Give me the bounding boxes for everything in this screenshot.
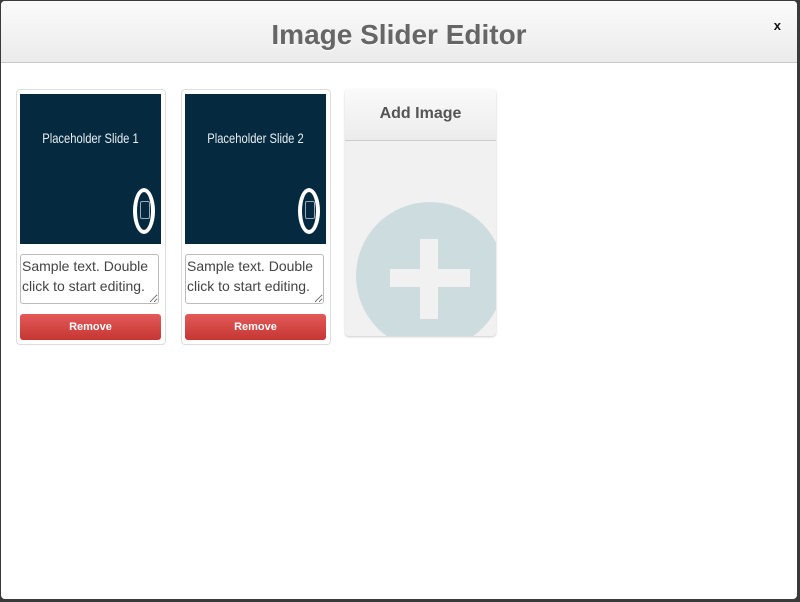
add-image-label: Add Image — [345, 89, 496, 141]
header: Image Slider Editor x — [1, 1, 797, 63]
slide-caption: Placeholder Slide 2 — [207, 130, 304, 146]
plus-circle-icon — [356, 202, 496, 336]
close-button[interactable]: x — [774, 18, 781, 33]
slide-image[interactable]: Placeholder Slide 2 — [185, 94, 326, 244]
slide-image[interactable]: Placeholder Slide 1 — [20, 94, 161, 244]
remove-button[interactable]: Remove — [20, 314, 161, 340]
add-image-button[interactable]: Add Image — [345, 89, 496, 336]
slide-card: Placeholder Slide 1 Sample text. Double … — [16, 89, 166, 345]
remove-button[interactable]: Remove — [185, 314, 326, 340]
slide-text-input[interactable]: Sample text. Double click to start editi… — [20, 254, 159, 304]
editor-window: Image Slider Editor x Placeholder Slide … — [1, 1, 797, 599]
page-title: Image Slider Editor — [271, 19, 527, 50]
slide-card: Placeholder Slide 2 Sample text. Double … — [181, 89, 331, 345]
slide-text-input[interactable]: Sample text. Double click to start editi… — [185, 254, 324, 304]
logo-icon — [133, 188, 155, 234]
slide-caption: Placeholder Slide 1 — [42, 130, 139, 146]
logo-icon — [298, 188, 320, 234]
